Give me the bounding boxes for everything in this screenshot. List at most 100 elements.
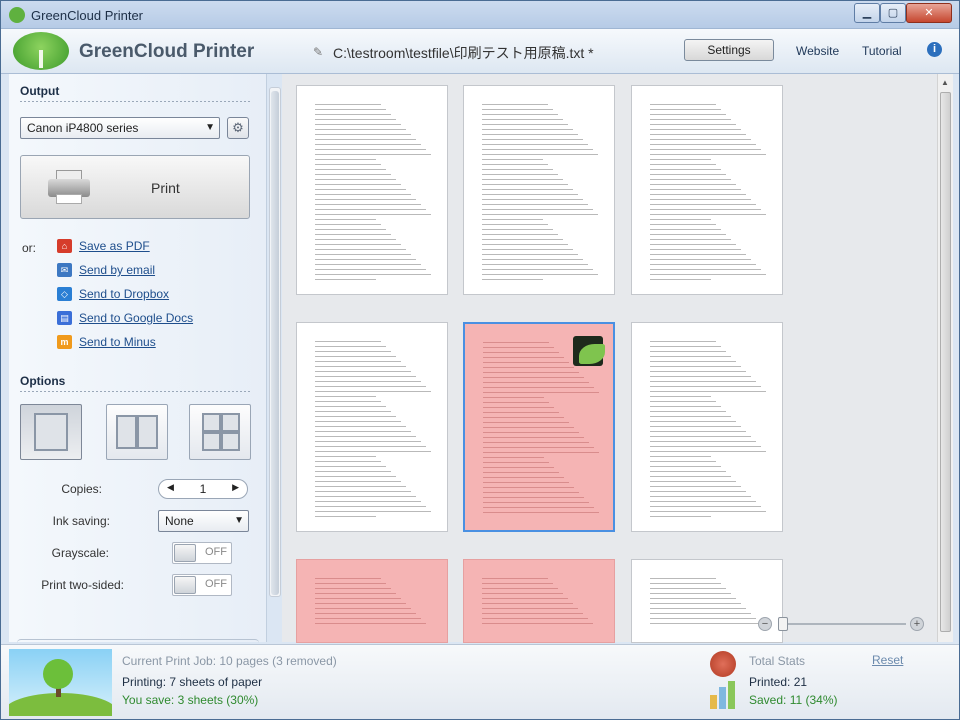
page-text-line (650, 229, 721, 230)
page-thumbnail-1[interactable] (296, 85, 448, 295)
page-text-line (650, 149, 761, 150)
page-text-line (315, 461, 381, 462)
title-bar: GreenCloud Printer ▁ ▢ ✕ (1, 1, 959, 29)
maximize-button[interactable]: ▢ (880, 3, 906, 23)
page-text-line (482, 229, 553, 230)
page-text-line (483, 347, 554, 348)
page-text-line (315, 396, 376, 397)
page-text-line (482, 109, 553, 110)
reset-link[interactable]: Reset (872, 653, 903, 667)
page-text-line (650, 578, 716, 579)
page-thumbnail-7[interactable] (296, 559, 448, 643)
page-text-line (483, 387, 594, 388)
page-text-line (650, 583, 721, 584)
page-text-line (315, 224, 381, 225)
page-text-line (650, 179, 731, 180)
page-text-line (650, 144, 756, 145)
page-text-line (482, 159, 543, 160)
page-thumbnail-5[interactable] (463, 322, 615, 532)
layout-two-per-sheet-button[interactable] (106, 404, 168, 460)
zoom-knob[interactable] (778, 617, 788, 631)
printer-settings-gear-icon[interactable]: ⚙ (227, 117, 249, 139)
scroll-up-icon[interactable]: ▲ (941, 78, 949, 87)
page-text-line (315, 376, 416, 377)
sidebar-scroll-thumb[interactable] (271, 91, 279, 595)
page-text-line (650, 274, 766, 275)
page-thumbnail-4[interactable] (296, 322, 448, 532)
page-text-line (315, 259, 416, 260)
page-text-line (315, 244, 401, 245)
send-to-minus-label[interactable]: Send to Minus (79, 335, 156, 349)
page-text-line (315, 613, 416, 614)
minimize-button[interactable]: ▁ (854, 3, 880, 23)
layout-four-per-sheet-button[interactable] (189, 404, 251, 460)
page-text-line (315, 361, 401, 362)
save-as-pdf-label[interactable]: Save as PDF (79, 239, 150, 253)
page-text-line (483, 352, 559, 353)
page-text-line (483, 447, 594, 448)
page-text-line (482, 134, 578, 135)
page-text-line (482, 169, 553, 170)
email-icon: ✉ (57, 263, 72, 277)
pages-scrollbar[interactable]: ▲ (937, 74, 953, 642)
page-text-line (650, 623, 761, 624)
page-text-line (483, 367, 574, 368)
info-icon[interactable]: i (927, 42, 942, 57)
page-text-line (650, 124, 736, 125)
send-to-minus-link[interactable]: m Send to Minus (57, 334, 247, 352)
page-text-line (650, 416, 731, 417)
send-by-email-label[interactable]: Send by email (79, 263, 155, 277)
printer-select[interactable]: Canon iP4800 series ▼ (20, 117, 220, 139)
page-text-line (315, 446, 426, 447)
greencloud-save-icon (569, 334, 607, 370)
website-link[interactable]: Website (796, 44, 839, 58)
print-button[interactable]: Print (20, 155, 250, 219)
page-text-line (483, 452, 599, 453)
page-text-line (482, 618, 588, 619)
save-as-pdf-link[interactable]: ⌂ Save as PDF (57, 238, 247, 256)
options-divider (20, 391, 250, 392)
send-to-google-docs-label[interactable]: Send to Google Docs (79, 311, 193, 325)
two-page-layout-icon (116, 415, 137, 449)
page-text-line (483, 342, 549, 343)
page-text-line (650, 174, 726, 175)
page-text-line (315, 149, 426, 150)
increase-copies-icon[interactable]: ▶ (232, 482, 239, 493)
pages-scroll-thumb[interactable] (940, 92, 951, 632)
sidebar-scrollbar[interactable] (269, 87, 281, 597)
page-thumbnail-3[interactable] (631, 85, 783, 295)
send-by-email-link[interactable]: ✉ Send by email (57, 262, 247, 280)
page-text-line (482, 593, 563, 594)
close-button[interactable]: ✕ (906, 3, 952, 23)
copies-stepper[interactable]: ◀ 1 ▶ (158, 479, 248, 499)
zoom-slider[interactable]: − + (758, 617, 928, 633)
page-text-line (482, 179, 563, 180)
page-text-line (482, 269, 593, 270)
page-thumbnail-2[interactable] (463, 85, 615, 295)
send-to-google-docs-link[interactable]: ▤ Send to Google Docs (57, 310, 247, 328)
two-sided-toggle[interactable]: OFF (172, 574, 232, 596)
page-text-line (482, 583, 553, 584)
page-text-line (315, 139, 416, 140)
page-text-line (315, 194, 411, 195)
page-text-line (650, 456, 711, 457)
page-text-line (315, 371, 411, 372)
page-text-line (650, 249, 741, 250)
ink-saving-select[interactable]: None ▼ (158, 510, 249, 532)
page-thumbnail-6[interactable] (631, 322, 783, 532)
tutorial-link[interactable]: Tutorial (862, 44, 902, 58)
page-thumbnail-8[interactable] (463, 559, 615, 643)
send-to-dropbox-label[interactable]: Send to Dropbox (79, 287, 169, 301)
page-text-line (482, 219, 543, 220)
grayscale-toggle[interactable]: OFF (172, 542, 232, 564)
page-text-line (315, 618, 421, 619)
zoom-out-icon[interactable]: − (758, 617, 772, 631)
page-text-line (650, 184, 736, 185)
layout-one-per-sheet-button[interactable] (20, 404, 82, 460)
page-text-line (482, 204, 588, 205)
settings-button[interactable]: Settings (684, 39, 774, 61)
zoom-track[interactable] (778, 623, 906, 625)
page-text-line (315, 456, 376, 457)
zoom-in-icon[interactable]: + (910, 617, 924, 631)
send-to-dropbox-link[interactable]: ◇ Send to Dropbox (57, 286, 247, 304)
